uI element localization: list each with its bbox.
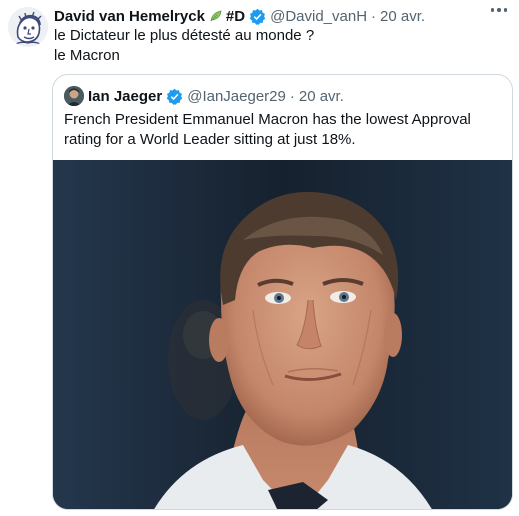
quoted-timestamp[interactable]: 20 avr. xyxy=(299,88,344,105)
quoted-header: Ian Jaeger @IanJaeger29 · 20 avr. xyxy=(64,85,344,107)
separator-dot: · xyxy=(371,7,377,25)
quoted-avatar[interactable] xyxy=(64,86,84,106)
more-options-icon[interactable] xyxy=(490,8,507,12)
tweet-text: le Dictateur le plus détesté au monde ? … xyxy=(54,26,314,66)
verified-badge-icon xyxy=(249,8,266,25)
author-handle[interactable]: @David_vanH xyxy=(270,8,367,25)
verified-badge-icon xyxy=(166,88,183,105)
quoted-photo[interactable] xyxy=(53,160,512,509)
author-hashtag: #D xyxy=(225,7,246,25)
previous-tweet-edge: ​ xyxy=(0,0,519,5)
separator-dot: · xyxy=(289,87,295,105)
author-name[interactable]: David van Hemelryck xyxy=(54,8,205,25)
leaf-icon xyxy=(209,9,223,23)
quoted-tweet-card[interactable]: Ian Jaeger @IanJaeger29 · 20 avr. French… xyxy=(52,74,513,510)
quoted-author-handle[interactable]: @IanJaeger29 xyxy=(187,88,286,105)
tweet-timestamp[interactable]: 20 avr. xyxy=(380,8,425,25)
avatar[interactable] xyxy=(8,7,48,47)
tweet-text-line: le Macron xyxy=(54,47,120,64)
quoted-text: French President Emmanuel Macron has the… xyxy=(64,111,471,148)
tweet-header: David van Hemelryck #D @David_vanH · 20 … xyxy=(54,6,425,26)
tweet-text-line: le Dictateur le plus détesté au monde ? xyxy=(54,27,315,44)
quoted-author-name[interactable]: Ian Jaeger xyxy=(88,88,162,105)
